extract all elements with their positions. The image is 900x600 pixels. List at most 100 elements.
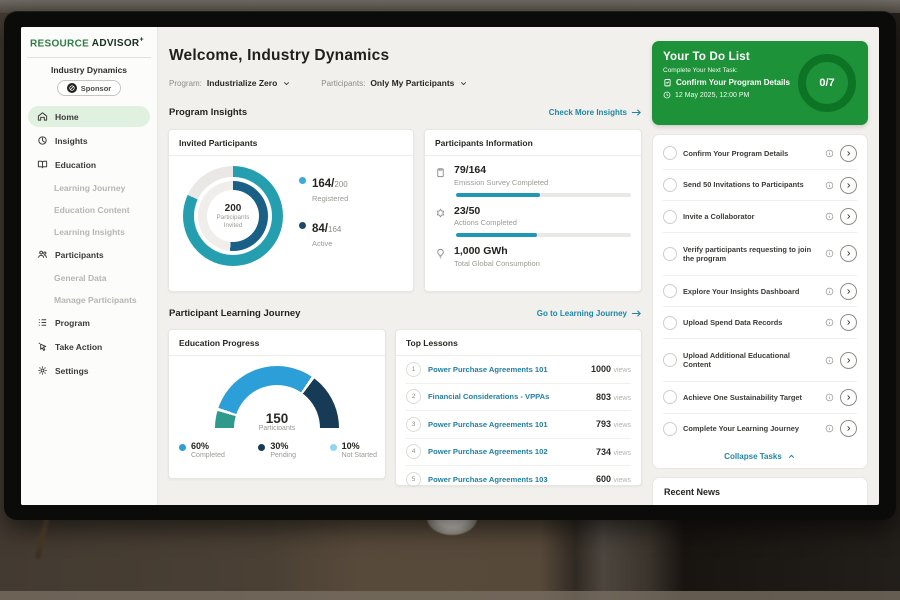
lesson-link[interactable]: Power Purchase Agreements 103 (428, 475, 589, 484)
task-checkbox[interactable] (663, 146, 677, 160)
education-progress-title: Education Progress (169, 330, 385, 356)
pending-dot (258, 444, 265, 451)
info-icon (825, 287, 834, 296)
legend-registered: 164/200 Registered (299, 174, 348, 203)
task-checkbox[interactable] (663, 390, 677, 404)
go-to-learning-journey-link[interactable]: Go to Learning Journey (537, 309, 642, 318)
task-row-send-invitations[interactable]: Send 50 Invitations to Participants (663, 170, 857, 202)
task-checkbox[interactable] (663, 247, 677, 261)
lesson-row-2: 2 Financial Considerations - VPPAs 803 v… (406, 384, 631, 412)
sidebar-item-education[interactable]: Education (28, 154, 150, 175)
sidebar-item-home[interactable]: Home (28, 106, 150, 127)
task-checkbox[interactable] (663, 284, 677, 298)
sponsor-badge[interactable]: Sponsor (57, 80, 121, 96)
sidebar-item-insights[interactable]: Insights (28, 130, 150, 151)
chevron-up-icon (787, 452, 796, 461)
program-insights-header: Program Insights Check More Insights (169, 107, 642, 118)
actions-completed-row: 23/50 Actions Completed (425, 197, 641, 228)
main-content: Welcome, Industry Dynamics Program: Indu… (158, 27, 652, 505)
arrow-right-icon (631, 309, 642, 318)
info-icon (825, 424, 834, 433)
background-desk-edge (0, 591, 900, 600)
gear-icon (37, 365, 48, 376)
task-go-button[interactable] (840, 177, 857, 194)
task-checkbox[interactable] (663, 422, 677, 436)
check-more-insights-link[interactable]: Check More Insights (549, 108, 642, 117)
chevron-right-icon (845, 357, 852, 364)
task-row-upload-spend-data[interactable]: Upload Spend Data Records (663, 307, 857, 339)
lesson-link[interactable]: Power Purchase Agreements 102 (428, 447, 589, 456)
task-row-verify-participants[interactable]: Verify participants requesting to join t… (663, 233, 857, 276)
sidebar-item-take-action[interactable]: Take Action (28, 336, 150, 357)
registered-dot (299, 177, 306, 184)
not-started-dot (330, 444, 337, 451)
task-go-button[interactable] (840, 389, 857, 406)
program-filter-label: Program: (169, 79, 202, 88)
lesson-link[interactable]: Power Purchase Agreements 101 (428, 365, 584, 374)
page-title: Welcome, Industry Dynamics (169, 47, 389, 65)
legend-completed: 60% Completed (179, 442, 225, 459)
task-checkbox[interactable] (663, 353, 677, 367)
task-go-button[interactable] (840, 314, 857, 331)
chevron-right-icon (845, 213, 852, 220)
task-go-button[interactable] (840, 283, 857, 300)
insights-icon (37, 135, 48, 146)
education-gauge-chart: 150 Participants (215, 366, 339, 430)
learning-journey-title: Participant Learning Journey (169, 308, 300, 319)
info-icon (825, 356, 834, 365)
lesson-row-1: 1 Power Purchase Agreements 101 1000 vie… (406, 356, 631, 384)
chevron-right-icon (845, 394, 852, 401)
task-row-upload-educational-content[interactable]: Upload Additional Educational Content (663, 339, 857, 382)
task-row-confirm-program[interactable]: Confirm Your Program Details (663, 138, 857, 170)
invited-participants-title: Invited Participants (169, 130, 413, 156)
sidebar-item-manage-participants[interactable]: Manage Participants (28, 290, 150, 309)
sidebar-item-learning-insights[interactable]: Learning Insights (28, 222, 150, 241)
task-go-button[interactable] (840, 208, 857, 225)
task-icon (663, 78, 672, 87)
top-lessons-title: Top Lessons (396, 330, 641, 356)
chevron-right-icon (845, 250, 852, 257)
sidebar-item-general-data[interactable]: General Data (28, 268, 150, 287)
sidebar-item-education-content[interactable]: Education Content (28, 200, 150, 219)
lesson-link[interactable]: Financial Considerations - VPPAs (428, 392, 589, 401)
top-lessons-card: Top Lessons 1 Power Purchase Agreements … (395, 329, 642, 486)
task-row-complete-learning-journey[interactable]: Complete Your Learning Journey (663, 414, 857, 445)
sidebar-item-settings[interactable]: Settings (28, 360, 150, 381)
emission-survey-row: 79/164 Emission Survey Completed (425, 156, 641, 187)
sidebar-item-program[interactable]: Program (28, 312, 150, 333)
lesson-link[interactable]: Power Purchase Agreements 101 (428, 420, 589, 429)
list-icon (37, 317, 48, 328)
clipboard-icon (435, 167, 446, 178)
task-row-achieve-target[interactable]: Achieve One Sustainability Target (663, 382, 857, 414)
task-go-button[interactable] (840, 352, 857, 369)
app-logo: RESOURCE ADVISOR+ (28, 37, 150, 49)
participants-information-title: Participants Information (425, 130, 641, 156)
todo-list-card: Confirm Your Program Details Send 50 Inv… (652, 134, 868, 469)
collapse-tasks-link[interactable]: Collapse Tasks (663, 444, 857, 468)
task-go-button[interactable] (840, 420, 857, 437)
task-checkbox[interactable] (663, 316, 677, 330)
sidebar-item-participants[interactable]: Participants (28, 244, 150, 265)
clock-icon (663, 91, 671, 99)
info-icon (825, 212, 834, 221)
gauge-center-label: 150 Participants (215, 412, 339, 431)
chevron-down-icon (282, 79, 291, 88)
task-row-explore-insights[interactable]: Explore Your Insights Dashboard (663, 276, 857, 308)
task-go-button[interactable] (840, 145, 857, 162)
task-checkbox[interactable] (663, 178, 677, 192)
rank-badge: 5 (406, 472, 421, 487)
invited-donut-chart: 200 Participants Invited (183, 166, 283, 266)
task-go-button[interactable] (840, 245, 857, 262)
sidebar-item-learning-journey[interactable]: Learning Journey (28, 178, 150, 197)
sponsor-icon (67, 83, 77, 93)
participants-information-card: Participants Information 79/164 Emission… (424, 129, 642, 292)
task-row-invite-collaborator[interactable]: Invite a Collaborator (663, 201, 857, 233)
task-checkbox[interactable] (663, 210, 677, 224)
participants-filter[interactable]: Participants: Only My Participants (321, 78, 468, 88)
rank-badge: 1 (406, 362, 421, 377)
program-filter[interactable]: Program: Industrialize Zero (169, 78, 291, 88)
lesson-row-4: 4 Power Purchase Agreements 102 734 view… (406, 439, 631, 467)
info-icon (825, 249, 834, 258)
chevron-right-icon (845, 182, 852, 189)
todo-summary-card: Your To Do List Complete Your Next Task:… (652, 41, 868, 125)
